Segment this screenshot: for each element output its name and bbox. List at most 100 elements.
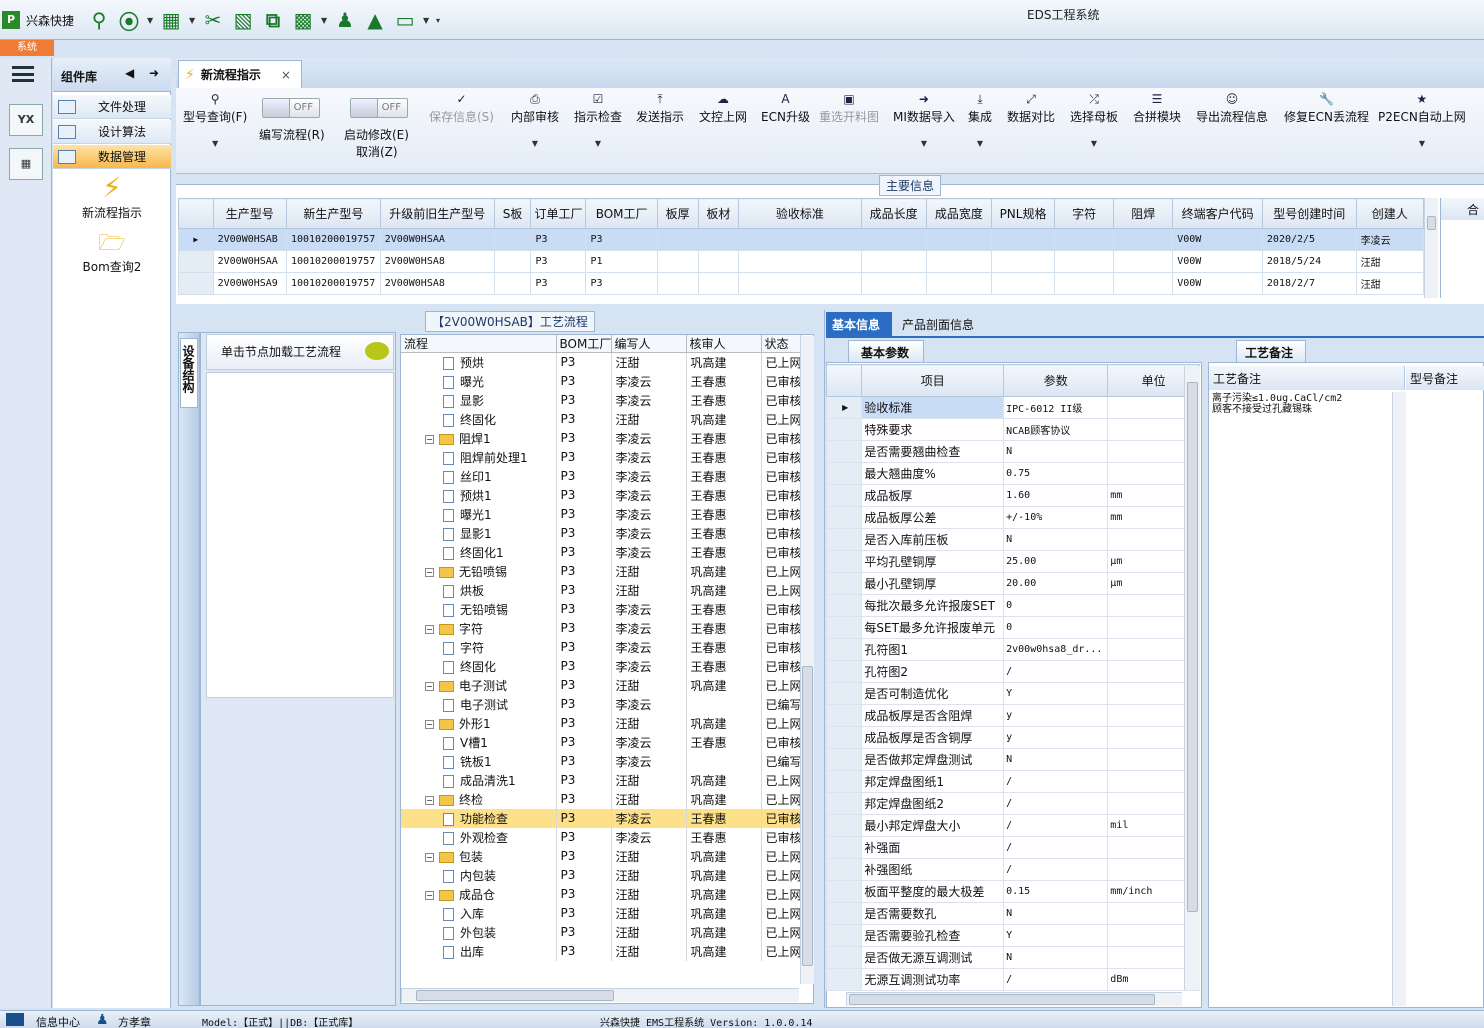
edit-flow-toggle[interactable]: OFF <box>262 98 320 118</box>
category-design-algorithm[interactable]: 设计算法 <box>53 120 171 144</box>
chevron-down-icon[interactable]: ▼ <box>968 139 992 148</box>
column-header[interactable]: 成品长度 <box>860 198 927 229</box>
param-row[interactable]: 最小邦定焊盘大小 / mil <box>825 814 1200 837</box>
chevron-down-icon[interactable]: ▼ <box>511 139 559 148</box>
model-query-button[interactable]: ⚲ 型号查询(F) ▼ <box>183 92 247 148</box>
load-flow-hint[interactable]: 单击节点加载工艺流程 <box>206 334 394 370</box>
param-row[interactable]: 成品板厚是否含铜厚 y <box>825 726 1200 749</box>
menu-icon[interactable] <box>12 66 34 82</box>
param-value[interactable]: / <box>1003 660 1109 683</box>
param-value[interactable]: 0.75 <box>1003 462 1109 485</box>
param-row[interactable]: 是否需要数孔 N <box>825 902 1200 925</box>
repair-ecn-button[interactable]: 🔧 修复ECN丢流程 <box>1284 92 1369 125</box>
category-file-processing[interactable]: 文件处理 <box>53 95 171 119</box>
scrollbar-thumb[interactable] <box>802 666 813 966</box>
main-info-scrollbar[interactable] <box>1424 198 1438 298</box>
start-modify-toggle[interactable]: OFF <box>350 98 408 118</box>
doc-control-online-button[interactable]: ☁ 文控上网 <box>699 92 747 125</box>
param-row[interactable]: 是否可制造优化 Y <box>825 682 1200 705</box>
chevron-down-icon[interactable]: ▼ <box>318 16 330 25</box>
column-header[interactable]: 项目 <box>861 364 1005 397</box>
param-value[interactable]: 20.00 <box>1003 572 1109 595</box>
user-icon[interactable]: ♟ <box>330 7 360 33</box>
scrollbar-thumb[interactable] <box>849 994 1155 1005</box>
column-header[interactable]: 验收标准 <box>738 198 862 229</box>
param-value[interactable]: 2v00w0hsa8_dr... <box>1003 638 1109 661</box>
param-row[interactable]: 孔符图2/ <box>825 660 1200 683</box>
param-row[interactable]: 每SET最多允许报废单元 0 <box>825 616 1200 639</box>
param-row[interactable]: 孔符图1 2v00w0hsa8_dr... <box>825 638 1200 661</box>
toggle-off[interactable]: OFF <box>262 98 320 118</box>
column-header[interactable]: 板厚 <box>656 198 699 229</box>
param-value[interactable]: / <box>1003 858 1109 881</box>
column-header[interactable]: 生产型号 <box>212 198 287 229</box>
param-value[interactable]: y <box>1003 704 1109 727</box>
monitor-icon[interactable]: ▭ <box>390 7 420 33</box>
internal-review-button[interactable]: ⎙ 内部审核 ▼ <box>511 92 559 148</box>
column-header[interactable]: 订单工厂 <box>530 198 587 229</box>
param-value[interactable]: 0 <box>1003 616 1109 639</box>
flow-horizontal-scrollbar[interactable] <box>401 988 799 1002</box>
table-row[interactable]: 2V00W0HSA9 10010200019757 2V00W0HSA8 P3 P3 V0… <box>178 272 1425 295</box>
chevron-down-icon[interactable]: ▼ <box>420 16 432 25</box>
integrate-button[interactable]: ⤓ 集成 ▼ <box>968 92 992 148</box>
calculator-icon[interactable]: ▦ <box>9 148 43 180</box>
param-value[interactable]: Y <box>1003 682 1109 705</box>
param-value[interactable]: N <box>1003 440 1109 463</box>
tab-new-flow[interactable]: ⚡ 新流程指示 × <box>178 60 302 88</box>
grid-icon[interactable]: ▦ <box>156 7 186 33</box>
chevron-down-icon[interactable]: ▼ <box>144 16 156 25</box>
customize-toolbar-icon[interactable]: ▾ <box>432 16 444 25</box>
param-row[interactable]: 无源互调测试功率 / dBm <box>825 968 1200 991</box>
toggle-off[interactable]: OFF <box>350 98 408 118</box>
tool-bom-query[interactable]: 🗁 Bom查询2 <box>60 230 164 275</box>
tool-new-flow[interactable]: ⚡ 新流程指示 <box>60 172 164 221</box>
column-header[interactable]: 新生产型号 <box>285 198 381 229</box>
windows-icon[interactable] <box>6 1013 24 1026</box>
param-value[interactable]: 25.00 <box>1003 550 1109 573</box>
param-value[interactable]: / <box>1003 770 1109 793</box>
chevron-down-icon[interactable]: ▼ <box>1070 139 1118 148</box>
param-row[interactable]: 板面平整度的最大极差 0.15 mm/inch <box>825 880 1200 903</box>
factory-icon[interactable]: YX <box>9 104 43 136</box>
param-row[interactable]: 成品板厚是否含阻焊 y <box>825 704 1200 727</box>
param-row[interactable]: 每批次最多允许报废SET 0 <box>825 594 1200 617</box>
param-row[interactable]: 补强图纸 / <box>825 858 1200 881</box>
side-tab-equipment[interactable]: 设备结构 <box>180 338 198 408</box>
param-row[interactable]: ▶ 验收标准 IPC-6012 II级 <box>825 396 1200 419</box>
scrollbar-thumb[interactable] <box>1187 382 1198 912</box>
param-value[interactable]: y <box>1003 726 1109 749</box>
chevron-down-icon[interactable]: ▼ <box>183 139 247 148</box>
column-header[interactable]: 流程 <box>401 335 557 353</box>
flow-vertical-scrollbar[interactable] <box>800 336 814 984</box>
chevron-down-icon[interactable]: ▼ <box>893 139 955 148</box>
ecn-upgrade-button[interactable]: A ECN升级 <box>761 92 810 125</box>
param-row[interactable]: 最大翘曲度% 0.75 <box>825 462 1200 485</box>
chevron-down-icon[interactable]: ▼ <box>574 139 622 148</box>
column-header[interactable]: S板 <box>493 198 532 229</box>
column-header[interactable]: 板材 <box>697 198 740 229</box>
param-value[interactable]: N <box>1003 902 1109 925</box>
param-row[interactable]: 补强面 / <box>825 836 1200 859</box>
param-value[interactable]: / <box>1003 968 1109 991</box>
column-header[interactable]: PNL规格 <box>990 198 1056 229</box>
column-header[interactable]: 成品宽度 <box>925 198 992 229</box>
param-row[interactable]: 邦定焊盘图纸1/ <box>825 770 1200 793</box>
tab-basic-info[interactable]: 基本信息 <box>826 312 892 336</box>
column-header[interactable]: BOM工厂 <box>585 198 658 229</box>
column-header[interactable]: 字符 <box>1054 198 1115 229</box>
apps-icon[interactable]: ▩ <box>288 7 318 33</box>
chevron-down-icon[interactable]: ▼ <box>1378 139 1466 148</box>
info-center-label[interactable]: 信息中心 <box>36 1014 80 1028</box>
param-value[interactable]: / <box>1003 792 1109 815</box>
column-header[interactable]: 核审人 <box>686 335 762 353</box>
system-tab[interactable]: 系统 <box>0 40 54 56</box>
param-row[interactable]: 是否做无源互调测试 N <box>825 946 1200 969</box>
scissors-icon[interactable]: ✂ <box>198 7 228 33</box>
param-value[interactable]: N <box>1003 946 1109 969</box>
scrollbar-thumb[interactable] <box>416 990 614 1001</box>
notes-scrollbar[interactable] <box>1392 392 1406 1006</box>
param-row[interactable]: 是否需要翘曲检查 N <box>825 440 1200 463</box>
p2ecn-auto-online-button[interactable]: ★ P2ECN自动上网 ▼ <box>1378 92 1466 148</box>
param-row[interactable]: 是否做邦定焊盘测试 N <box>825 748 1200 771</box>
